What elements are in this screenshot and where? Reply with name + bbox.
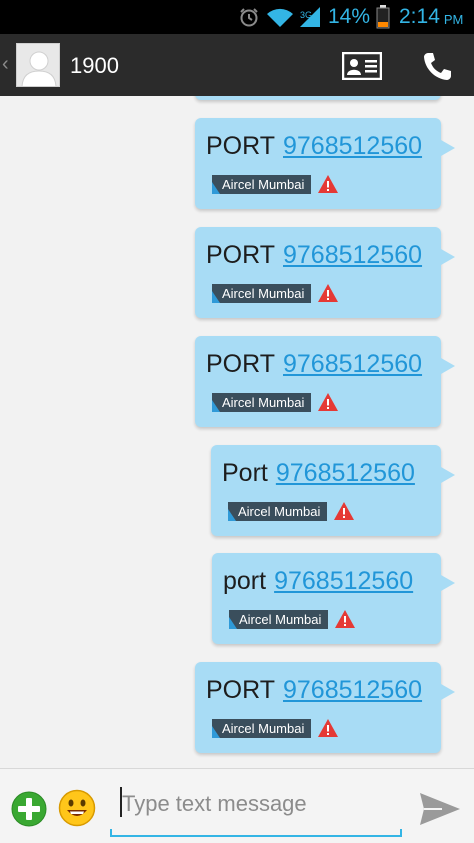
- phone-number-link[interactable]: 9768512560: [276, 459, 415, 487]
- phone-number-link[interactable]: 9768512560: [283, 241, 422, 269]
- sim-label: Aircel Mumbai: [228, 501, 328, 521]
- back-chevron-icon[interactable]: ‹: [2, 53, 9, 76]
- message-bubble[interactable]: Port 9768512560 Aircel Mumbai: [211, 445, 455, 536]
- status-time: 2:14: [399, 5, 440, 28]
- phone-number-link[interactable]: 9768512560: [283, 676, 422, 704]
- contact-card-icon[interactable]: [342, 49, 382, 83]
- sim-label: Aircel Mumbai: [212, 718, 312, 738]
- message-text: Port: [222, 459, 268, 487]
- status-bar: 3G 14% 2:14 PM: [0, 0, 474, 34]
- warning-icon[interactable]: [317, 392, 339, 412]
- message-text: PORT: [206, 676, 275, 704]
- message-bubble[interactable]: PORT 9768512560 Aircel Mumbai: [195, 118, 455, 209]
- emoji-icon[interactable]: [58, 789, 96, 827]
- message-bubble[interactable]: PORT 9768512560 Aircel Mumbai: [195, 227, 455, 318]
- battery-percent: 14%: [328, 5, 371, 28]
- compose-bar: [0, 768, 474, 843]
- avatar[interactable]: [16, 43, 60, 87]
- message-bubble[interactable]: PORT 9768512560 Aircel Mumbai: [195, 336, 455, 427]
- phone-number-link[interactable]: 9768512560: [274, 567, 413, 595]
- message-bubble-partial[interactable]: [195, 96, 441, 100]
- alarm-icon: [238, 0, 260, 34]
- message-bubble[interactable]: PORT 9768512560 Aircel Mumbai: [195, 662, 455, 753]
- input-underline: [110, 829, 402, 837]
- attach-plus-icon[interactable]: [11, 791, 47, 827]
- warning-icon[interactable]: [317, 718, 339, 738]
- warning-icon[interactable]: [333, 501, 355, 521]
- phone-number-link[interactable]: 9768512560: [283, 132, 422, 160]
- message-text: PORT: [206, 241, 275, 269]
- warning-icon[interactable]: [317, 174, 339, 194]
- warning-icon[interactable]: [334, 609, 356, 629]
- warning-icon[interactable]: [317, 283, 339, 303]
- battery-icon: [376, 0, 390, 34]
- sim-label: Aircel Mumbai: [212, 283, 312, 303]
- action-bar: ‹ 1900: [0, 34, 474, 96]
- message-input[interactable]: [110, 783, 402, 825]
- message-text: PORT: [206, 350, 275, 378]
- sim-label: Aircel Mumbai: [229, 609, 329, 629]
- sim-label: Aircel Mumbai: [212, 392, 312, 412]
- phone-number-link[interactable]: 9768512560: [283, 350, 422, 378]
- message-bubble[interactable]: port 9768512560 Aircel Mumbai: [212, 553, 455, 644]
- phone-icon[interactable]: [417, 49, 457, 83]
- message-text: PORT: [206, 132, 275, 160]
- svg-text:3G: 3G: [300, 10, 312, 20]
- signal-icon: 3G: [298, 0, 322, 34]
- message-text: port: [223, 567, 267, 595]
- wifi-icon: [266, 0, 294, 34]
- sim-label: Aircel Mumbai: [212, 174, 312, 194]
- send-icon[interactable]: [418, 791, 462, 827]
- message-list[interactable]: PORT 9768512560 Aircel Mumbai PORT 9768512…: [0, 96, 474, 768]
- status-ampm: PM: [443, 12, 464, 27]
- contact-name[interactable]: 1900: [70, 53, 119, 79]
